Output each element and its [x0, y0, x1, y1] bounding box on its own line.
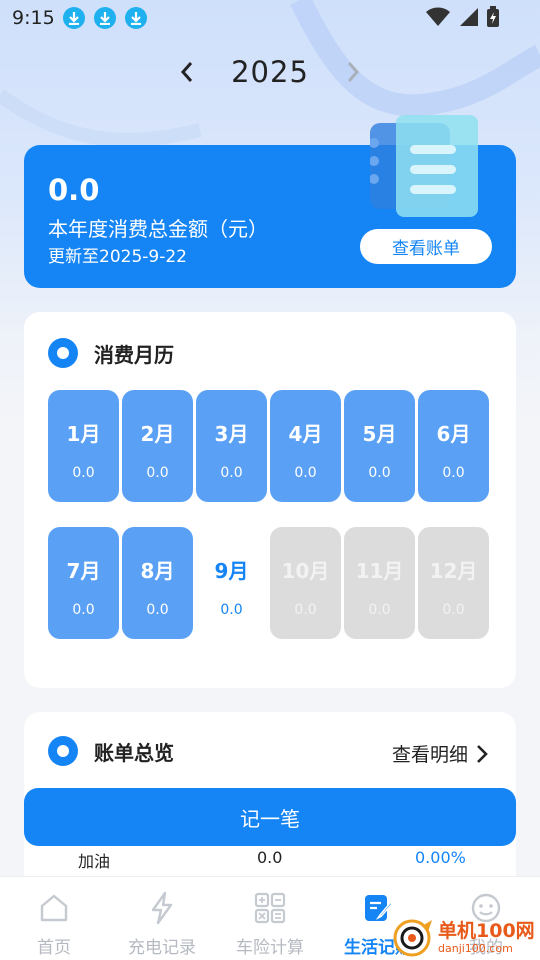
nav-charging-records[interactable]: 充电记录 [108, 877, 216, 960]
document-icon [370, 115, 478, 217]
nav-label: 车险计算 [236, 938, 304, 958]
month-cell-3[interactable]: 3月 0.0 [196, 390, 267, 502]
watermark-text: 单机100网 [438, 919, 535, 942]
section-dot-icon [48, 338, 78, 368]
month-cell-5[interactable]: 5月 0.0 [344, 390, 415, 502]
month-name: 2月 [140, 422, 175, 446]
watermark-subtext: danji100.com [438, 941, 513, 955]
prev-year-button[interactable] [175, 60, 199, 84]
wifi-icon [426, 7, 450, 31]
download-icon [124, 7, 147, 29]
month-cell-7[interactable]: 7月 0.0 [48, 527, 119, 639]
watermark-emblem-icon [393, 919, 432, 956]
month-name: 1月 [66, 422, 101, 446]
calendar-title: 消费月历 [94, 342, 174, 367]
month-value: 0.0 [442, 465, 465, 481]
month-value: 0.0 [220, 465, 243, 481]
month-name: 4月 [288, 422, 323, 446]
nav-label: 充电记录 [128, 938, 196, 958]
month-value: 0.0 [368, 465, 391, 481]
month-value: 0.0 [294, 465, 317, 481]
status-bar: 9:15 [0, 0, 540, 36]
calendar-header: 消费月历 [48, 338, 174, 368]
chevron-right-icon [347, 62, 359, 82]
month-name: 6月 [436, 422, 471, 446]
annual-total-label: 本年度消费总金额（元） [48, 217, 268, 241]
month-value: 0.0 [442, 602, 465, 618]
bill-amount: 0.0 [257, 848, 283, 867]
year-selector: 2025 [0, 52, 540, 92]
chevron-left-icon [181, 62, 193, 82]
month-name: 5月 [362, 422, 397, 446]
chevron-right-icon [477, 744, 488, 763]
month-cell-6[interactable]: 6月 0.0 [418, 390, 489, 502]
month-value: 0.0 [146, 602, 169, 618]
nav-home[interactable]: 首页 [0, 877, 108, 960]
month-name: 9月 [214, 559, 249, 583]
nav-insurance-calc[interactable]: 车险计算 [216, 877, 324, 960]
month-name: 3月 [214, 422, 249, 446]
download-icon [62, 7, 85, 29]
month-name: 12月 [429, 559, 478, 583]
battery-icon [486, 6, 500, 32]
status-time: 9:15 [12, 7, 55, 29]
month-cell-1[interactable]: 1月 0.0 [48, 390, 119, 502]
bill-row: 加油 0.0 0.00% [0, 846, 540, 871]
watermark-logo: 单机100网 danji100.com [392, 915, 540, 960]
home-icon [37, 891, 71, 925]
view-details-label: 查看明细 [391, 744, 468, 766]
month-name: 8月 [140, 559, 175, 583]
view-bill-button[interactable]: 查看账单 [360, 229, 492, 264]
month-name: 10月 [281, 559, 330, 583]
month-value: 0.0 [220, 602, 243, 618]
record-entry-button[interactable]: 记一笔 [24, 788, 516, 846]
month-name: 7月 [66, 559, 101, 583]
bill-overview-header: 账单总览 [48, 736, 174, 766]
lightning-icon [145, 891, 179, 925]
signal-icon [458, 7, 478, 31]
bill-category: 加油 [78, 852, 111, 871]
notebook-pen-icon [361, 891, 395, 925]
month-cell-2[interactable]: 2月 0.0 [122, 390, 193, 502]
month-value: 0.0 [72, 602, 95, 618]
bill-percent: 0.00% [415, 848, 466, 867]
month-value: 0.0 [72, 465, 95, 481]
month-value: 0.0 [368, 602, 391, 618]
updated-date: 更新至2025-9-22 [48, 247, 187, 267]
month-cell-12[interactable]: 12月 0.0 [418, 527, 489, 639]
nav-label: 首页 [37, 938, 71, 958]
month-cell-4[interactable]: 4月 0.0 [270, 390, 341, 502]
next-year-button[interactable] [341, 60, 365, 84]
annual-total-amount: 0.0 [48, 173, 100, 207]
month-name: 11月 [355, 559, 404, 583]
annual-summary-card: 0.0 本年度消费总金额（元） 更新至2025-9-22 查看账单 [24, 115, 516, 288]
bill-overview-title: 账单总览 [94, 740, 174, 765]
section-dot-icon [48, 736, 78, 766]
month-cell-8[interactable]: 8月 0.0 [122, 527, 193, 639]
year-label: 2025 [231, 55, 309, 89]
view-details-link[interactable]: 查看明细 [392, 740, 488, 767]
month-cell-11[interactable]: 11月 0.0 [344, 527, 415, 639]
month-value: 0.0 [146, 465, 169, 481]
spending-calendar-card: 消费月历 1月 0.0 2月 0.0 3月 0.0 4月 0.0 5月 0.0 6月 0.0 7月 0.0… [24, 312, 516, 688]
month-cell-10[interactable]: 10月 0.0 [270, 527, 341, 639]
download-icon [93, 7, 116, 29]
month-value: 0.0 [294, 602, 317, 618]
month-cell-9[interactable]: 9月 0.0 [196, 527, 267, 639]
calculator-icon [253, 891, 287, 925]
